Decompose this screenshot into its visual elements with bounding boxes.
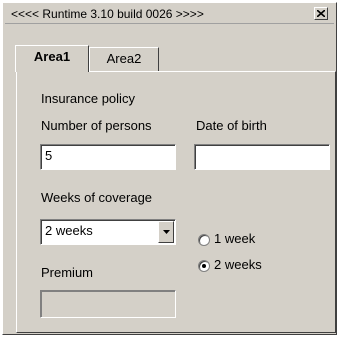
- dob-input[interactable]: [194, 144, 330, 170]
- chevron-down-icon: [162, 230, 170, 234]
- radio-selected-dot: [202, 264, 206, 268]
- weeks-dropdown-button[interactable]: [158, 221, 174, 243]
- radio-2-weeks-label: 2 weeks: [214, 257, 262, 272]
- tab-area2-label: Area2: [106, 51, 142, 66]
- tab-area1[interactable]: Area1: [15, 45, 89, 72]
- runtime-window: <<<< Runtime 3.10 build 0026 >>>> Area1 …: [2, 2, 337, 335]
- radio-1-week-label: 1 week: [214, 231, 256, 246]
- premium-label: Premium: [41, 265, 94, 280]
- persons-input[interactable]: 5: [40, 144, 176, 170]
- radio-1-week[interactable]: [198, 234, 210, 246]
- window-title: <<<< Runtime 3.10 build 0026 >>>>: [11, 7, 204, 21]
- radio-2-weeks[interactable]: [198, 260, 210, 272]
- section-title: Insurance policy: [41, 91, 135, 106]
- persons-value: 5: [45, 148, 53, 163]
- persons-label: Number of persons: [41, 118, 152, 133]
- weeks-selected-value: 2 weeks: [45, 223, 93, 238]
- close-icon: [317, 10, 325, 17]
- dob-label: Date of birth: [196, 118, 267, 133]
- premium-field: [40, 290, 176, 318]
- weeks-select[interactable]: 2 weeks: [40, 219, 176, 245]
- close-button[interactable]: [314, 7, 328, 20]
- tab-area2[interactable]: Area2: [89, 47, 159, 71]
- title-bar[interactable]: <<<< Runtime 3.10 build 0026 >>>>: [5, 5, 334, 24]
- weeks-label: Weeks of coverage: [41, 190, 153, 205]
- tab-area1-label: Area1: [33, 49, 71, 64]
